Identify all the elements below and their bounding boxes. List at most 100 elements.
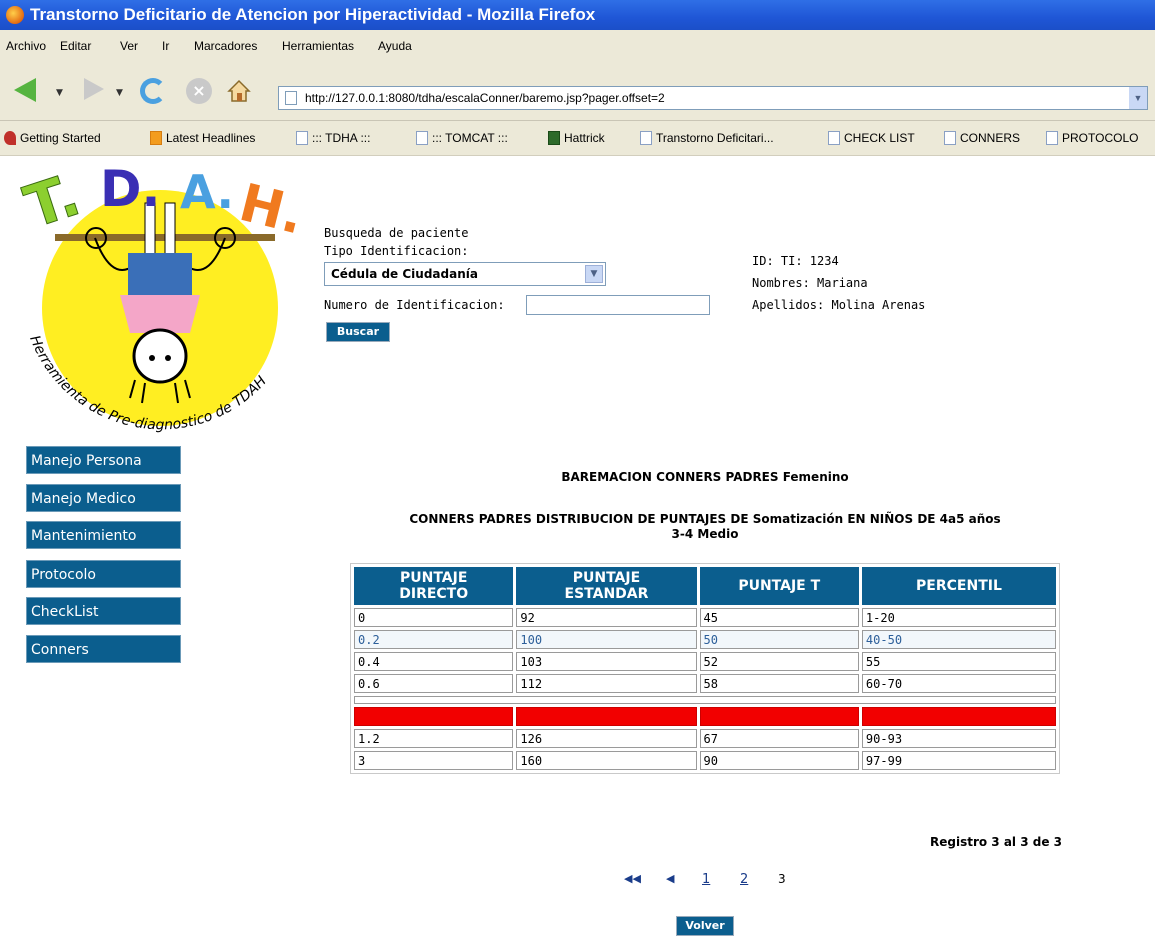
menu-ir[interactable]: Ir [162,39,169,53]
bookmark-transtorno[interactable]: Transtorno Deficitari... [640,131,774,145]
chevron-down-icon[interactable]: ▼ [585,265,603,283]
menu-ver[interactable]: Ver [120,39,138,53]
getting-started-icon [4,131,16,145]
menu-manejo-persona[interactable]: Manejo Persona [26,446,181,474]
numero-identificacion-input[interactable] [526,295,710,315]
table-row: 1.2 126 67 90-93 [354,729,1056,748]
prev-page-icon[interactable]: ◀ [666,872,674,885]
cell-percentil: 97-99 [861,751,1056,770]
cell-estandar: 100 [516,630,697,649]
table-row: 0.6 112 58 60-70 [354,674,1056,693]
bookmark-protocolo[interactable]: PROTOCOLO [1046,131,1138,145]
page-icon [1046,131,1058,145]
tipo-identificacion-value: Cédula de Ciudadanía [331,267,478,281]
baremacion-table: PUNTAJE DIRECTO PUNTAJE ESTANDAR PUNTAJE T… [350,563,1060,774]
page-link-1[interactable]: 1 [702,872,710,887]
first-page-icon[interactable]: ◀◀ [624,872,641,885]
cell-t: 61 [699,707,859,726]
cell-t: 45 [699,608,859,627]
cell-estandar: 112 [516,674,697,693]
bookmarks-toolbar: Getting Started Latest Headlines ::: TDH… [0,121,1155,156]
header-puntaje-t: PUNTAJE T [699,567,859,605]
cell-estandar: 160 [516,751,697,770]
cell-t: 58 [699,674,859,693]
numero-identificacion-label: Numero de Identificacion: [324,298,505,312]
page-icon [285,91,297,105]
header-puntaje-estandar: PUNTAJE ESTANDAR [516,567,697,605]
menu-editar[interactable]: Editar [60,39,91,53]
table-row: 0 92 45 1-20 [354,608,1056,627]
forward-dropdown-icon[interactable]: ▼ [116,88,123,98]
menu-mantenimiento[interactable]: Mantenimiento [26,521,181,549]
cell-directo: 0.4 [354,652,514,671]
hattrick-icon [548,131,560,145]
page-icon [828,131,840,145]
tipo-identificacion-label: Tipo Identificacion: [324,244,469,258]
cell-t: 67 [699,729,859,748]
cell-t: 52 [699,652,859,671]
menu-checklist[interactable]: CheckList [26,597,181,625]
page-icon [416,131,428,145]
page-icon [640,131,652,145]
separator-cell [354,696,1056,704]
url-dropdown-icon[interactable]: ▼ [1129,87,1147,109]
patient-apellidos: Apellidos: Molina Arenas [752,298,926,312]
reload-icon[interactable] [140,78,166,104]
rss-feed-icon [150,131,162,145]
cell-percentil: 40-50 [861,630,1056,649]
stop-icon[interactable]: × [186,78,212,104]
cell-percentil: 1-20 [861,608,1056,627]
bookmark-getting-started[interactable]: Getting Started [4,131,101,145]
header-percentil: PERCENTIL [861,567,1056,605]
firefox-icon [6,6,24,24]
bookmark-latest-headlines[interactable]: Latest Headlines [150,131,255,145]
buscar-button[interactable]: Buscar [326,322,390,342]
page-current-3: 3 [778,872,786,886]
bookmark-hattrick[interactable]: Hattrick [548,131,605,145]
cell-t: 90 [699,751,859,770]
cell-directo: 3 [354,751,514,770]
table-row: 0.4 103 52 55 [354,652,1056,671]
page-link-2[interactable]: 2 [740,872,748,887]
bookmark-conners[interactable]: CONNERS [944,131,1020,145]
logo-letter-d: D. [100,160,161,218]
search-title: Busqueda de paciente [324,226,469,240]
tipo-identificacion-select[interactable]: Cédula de Ciudadanía ▼ [324,262,606,286]
menu-protocolo[interactable]: Protocolo [26,560,181,588]
window-title: Transtorno Deficitario de Atencion por H… [30,5,596,24]
cell-directo: 1 [354,707,514,726]
cell-directo: 0 [354,608,514,627]
cell-percentil: 90-93 [861,729,1056,748]
menu-conners[interactable]: Conners [26,635,181,663]
menu-manejo-medico[interactable]: Manejo Medico [26,484,181,512]
back-arrow-icon[interactable] [14,78,36,102]
menu-herramientas[interactable]: Herramientas [282,39,354,53]
cell-estandar: 103 [516,652,697,671]
bookmark-tomcat[interactable]: ::: TOMCAT ::: [416,131,508,145]
cell-directo: 0.2 [354,630,514,649]
cell-t: 50 [699,630,859,649]
bookmark-tdha[interactable]: ::: TDHA ::: [296,131,370,145]
bookmark-checklist[interactable]: CHECK LIST [828,131,915,145]
table-row-highlighted: 1 116 61 80 [354,707,1056,726]
cell-estandar: 92 [516,608,697,627]
tdah-logo: T. D. A. H. Herramienta de Pre-diagnosti… [0,158,320,448]
report-title: BAREMACION CONNERS PADRES Femenino [561,470,849,484]
menu-marcadores[interactable]: Marcadores [194,39,257,53]
volver-button[interactable]: Volver [676,916,734,936]
menu-ayuda[interactable]: Ayuda [378,39,412,53]
cell-directo: 0.6 [354,674,514,693]
back-dropdown-icon[interactable]: ▼ [56,88,63,98]
menu-archivo[interactable]: Archivo [6,39,46,53]
forward-arrow-icon[interactable] [84,78,104,100]
patient-id: ID: TI: 1234 [752,254,839,268]
cell-directo: 1.2 [354,729,514,748]
report-subtitle-line2: 3-4 Medio [671,527,739,541]
header-puntaje-directo: PUNTAJE DIRECTO [354,567,514,605]
menu-bar: Archivo Editar Ver Ir Marcadores Herrami… [0,30,1155,64]
home-icon[interactable] [226,78,252,104]
cell-percentil: 60-70 [861,674,1056,693]
cell-estandar: 126 [516,729,697,748]
url-text[interactable]: http://127.0.0.1:8080/tdha/escalaConner/… [305,87,665,109]
address-bar[interactable]: http://127.0.0.1:8080/tdha/escalaConner/… [278,86,1148,110]
